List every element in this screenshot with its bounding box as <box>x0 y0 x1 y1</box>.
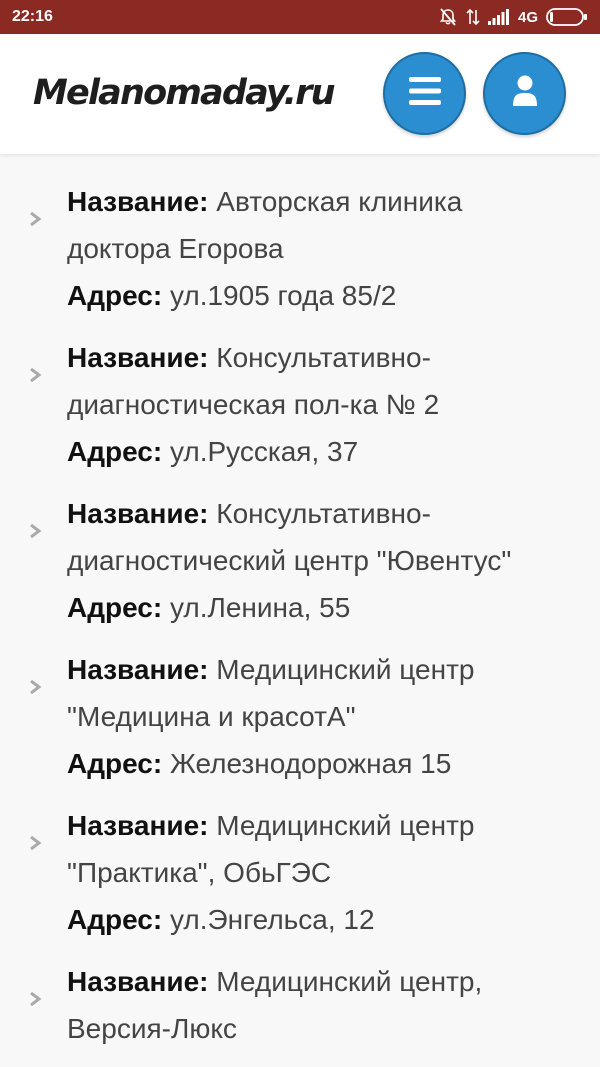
site-header: Melanomaday.ru <box>0 34 600 154</box>
clinic-address-line: Адрес: ул.Русская, 37 <box>67 428 570 475</box>
address-label: Адрес: <box>67 748 163 779</box>
clinic-name-line: Название: Авторская клиника доктора Егор… <box>67 178 570 272</box>
clinic-list: Название: Авторская клиника доктора Егор… <box>0 178 600 1067</box>
clinic-name-line: Название: Консультативно-диагностический… <box>67 490 570 584</box>
menu-button[interactable] <box>383 52 466 135</box>
clinic-item: Название: Медицинский центр "Медицина и … <box>0 646 600 787</box>
network-type: 4G <box>517 8 538 26</box>
clinic-address-line: Адрес: ул.1905 года 85/2 <box>67 272 570 319</box>
address-label: Адрес: <box>67 592 163 623</box>
bullet-arrow-icon <box>30 661 42 708</box>
name-label: Название: <box>67 810 209 841</box>
clinic-address: ул.Ленина, 55 <box>169 592 351 623</box>
bullet-arrow-icon <box>30 973 42 1020</box>
clinic-item: Название: Авторская клиника доктора Егор… <box>0 178 600 319</box>
clinic-address: ул.Русская, 37 <box>169 436 359 467</box>
status-time: 22:16 <box>12 8 53 25</box>
clinic-name-line: Название: Медицинский центр "Медицина и … <box>67 646 570 740</box>
name-label: Название: <box>67 342 209 373</box>
bullet-arrow-icon <box>30 193 42 240</box>
clinic-name-line: Название: Медицинский центр "Практика", … <box>67 802 570 896</box>
hamburger-menu-icon <box>408 77 441 110</box>
clinic-address: ул.1905 года 85/2 <box>169 280 397 311</box>
bullet-arrow-icon <box>30 505 42 552</box>
clinic-item: Название: Консультативно-диагностический… <box>0 490 600 631</box>
clinic-address-line: Адрес: ул.Ленина, 55 <box>67 584 570 631</box>
clinic-name-line: Название: Медицинский центр, Версия-Люкс <box>67 958 570 1052</box>
battery-icon <box>546 8 588 26</box>
clinic-item: Название: Медицинский центр, Версия-Люкс <box>0 958 600 1052</box>
clinic-address: ул.Энгельса, 12 <box>169 904 375 935</box>
bullet-arrow-icon <box>30 349 42 396</box>
address-label: Адрес: <box>67 436 163 467</box>
mute-icon <box>438 7 458 27</box>
data-arrows-icon <box>466 7 480 27</box>
clinic-item: Название: Консультативно-диагностическая… <box>0 334 600 475</box>
user-button[interactable] <box>483 52 566 135</box>
user-icon <box>512 75 538 112</box>
status-bar: 22:16 4G <box>0 0 600 34</box>
clinic-address-line: Адрес: ул.Энгельса, 12 <box>67 896 570 943</box>
clinic-name-line: Название: Консультативно-диагностическая… <box>67 334 570 428</box>
name-label: Название: <box>67 966 209 997</box>
bullet-arrow-icon <box>30 817 42 864</box>
name-label: Название: <box>67 498 209 529</box>
clinic-item: Название: Медицинский центр "Практика", … <box>0 802 600 943</box>
name-label: Название: <box>67 186 209 217</box>
clinic-address-line: Адрес: Железнодорожная 15 <box>67 740 570 787</box>
address-label: Адрес: <box>67 904 163 935</box>
status-icons: 4G <box>438 7 588 27</box>
address-label: Адрес: <box>67 280 163 311</box>
name-label: Название: <box>67 654 209 685</box>
clinic-address: Железнодорожная 15 <box>169 748 452 779</box>
site-logo[interactable]: Melanomaday.ru <box>33 68 336 118</box>
signal-icon <box>487 9 510 25</box>
